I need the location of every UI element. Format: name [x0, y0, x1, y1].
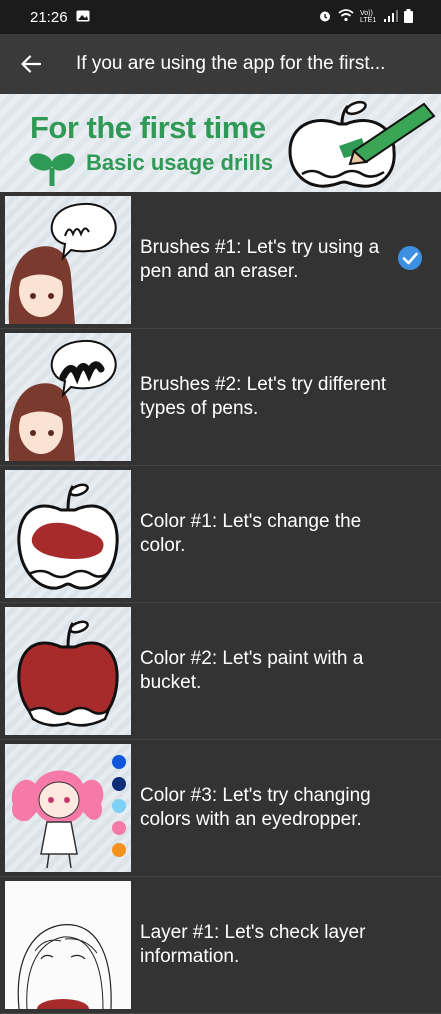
palette-dot	[112, 843, 126, 857]
drill-list: Brushes #1: Let's try using a pen and an…	[0, 192, 441, 1014]
palette-dot	[112, 777, 126, 791]
battery-icon	[404, 8, 413, 26]
item-label: Brushes #1: Let's try using a pen and an…	[140, 237, 380, 282]
item-thumbnail	[5, 881, 131, 1009]
app-bar: If you are using the app for the first..…	[0, 34, 441, 94]
item-label: Brushes #2: Let's try different types of…	[140, 374, 387, 419]
page-title: If you are using the app for the first..…	[76, 53, 386, 74]
item-label: Color #1: Let's change the color.	[140, 511, 362, 556]
item-label: Color #3: Let's try changing colors with…	[140, 785, 371, 830]
list-item[interactable]: Color #2: Let's paint with a bucket.	[0, 603, 441, 740]
status-bar: 21:26 Vo)) LTE1	[0, 0, 441, 34]
status-time: 21:26	[30, 8, 68, 26]
list-item[interactable]: Color #1: Let's change the color.	[0, 466, 441, 603]
banner: For the first time Basic usage drills	[0, 94, 441, 192]
back-button[interactable]	[0, 34, 62, 94]
signal-icon	[384, 9, 398, 25]
network-label: Vo)) LTE1	[360, 10, 377, 24]
list-item[interactable]: Color #3: Let's try changing colors with…	[0, 740, 441, 877]
alarm-icon	[318, 9, 332, 26]
back-arrow-icon	[21, 55, 41, 73]
list-item[interactable]: Brushes #1: Let's try using a pen and an…	[0, 192, 441, 329]
apple-pencil-illustration	[288, 100, 436, 188]
item-thumbnail	[5, 196, 131, 324]
sprout-icon	[29, 153, 75, 186]
gallery-icon	[76, 9, 90, 26]
list-item[interactable]: Layer #1: Let's check layer information.	[0, 877, 441, 1014]
palette-dot	[112, 799, 126, 813]
item-thumbnail	[5, 744, 131, 872]
list-item[interactable]: Brushes #2: Let's try different types of…	[0, 329, 441, 466]
item-thumbnail	[5, 333, 131, 461]
item-label: Layer #1: Let's check layer information.	[140, 922, 366, 967]
item-thumbnail	[5, 607, 131, 735]
palette-dot	[112, 755, 126, 769]
banner-title: For the first time	[30, 110, 266, 145]
palette-dot	[112, 821, 126, 835]
item-label: Color #2: Let's paint with a bucket.	[140, 648, 364, 693]
status-icons: Vo)) LTE1	[318, 8, 413, 26]
wifi-icon	[338, 9, 354, 25]
completed-check-icon	[398, 246, 422, 270]
item-thumbnail	[5, 470, 131, 598]
banner-subtitle: Basic usage drills	[86, 150, 274, 175]
